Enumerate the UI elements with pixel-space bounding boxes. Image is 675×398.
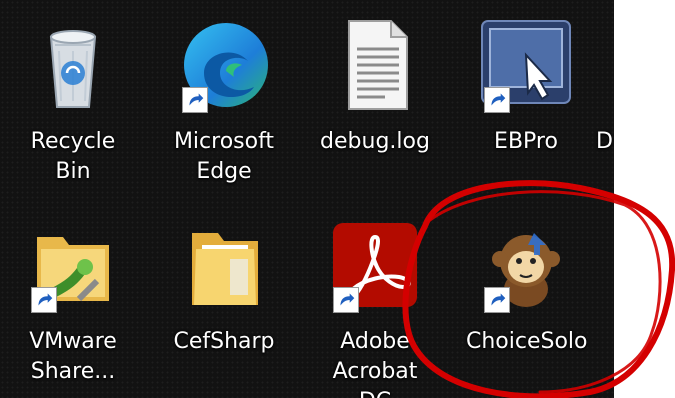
vmware-share-folder-icon bbox=[23, 215, 123, 315]
desktop-icon-label: EBPro bbox=[494, 129, 558, 154]
desktop-icon-label: ChoiceSolo bbox=[466, 329, 588, 354]
desktop-icon-label: debug.log bbox=[320, 129, 430, 154]
shortcut-arrow-icon bbox=[333, 287, 359, 313]
desktop-icon-adobe-acrobat[interactable]: Adobe Acrobat DC bbox=[315, 215, 435, 398]
shortcut-arrow-icon bbox=[484, 87, 510, 113]
shortcut-arrow-icon bbox=[31, 287, 57, 313]
text-file-icon bbox=[325, 15, 425, 115]
desktop-icon-vmware-share[interactable]: VMware Share... bbox=[13, 215, 133, 395]
edge-icon bbox=[174, 15, 274, 115]
ebpro-icon bbox=[476, 15, 576, 115]
shortcut-arrow-icon bbox=[484, 287, 510, 313]
recycle-bin-icon bbox=[23, 15, 123, 115]
desktop-icon-ebpro[interactable]: EBPro bbox=[466, 15, 586, 195]
desktop-icon-label: Adobe Acrobat DC bbox=[332, 329, 418, 398]
partial-desktop-icon-label[interactable]: D bbox=[596, 127, 614, 157]
desktop: Recycle Bin Microsoft Edge debug.log EBP… bbox=[0, 0, 614, 398]
folder-icon bbox=[174, 215, 274, 315]
desktop-icon-cefsharp[interactable]: CefSharp bbox=[164, 215, 284, 395]
desktop-icon-choicesolo[interactable]: ChoiceSolo bbox=[466, 215, 588, 395]
desktop-icon-label: VMware Share... bbox=[29, 329, 117, 384]
desktop-icon-recycle-bin[interactable]: Recycle Bin bbox=[13, 15, 133, 195]
desktop-icon-label: Recycle Bin bbox=[30, 129, 116, 184]
monkey-icon bbox=[476, 215, 576, 315]
acrobat-icon bbox=[325, 215, 425, 315]
shortcut-arrow-icon bbox=[182, 87, 208, 113]
desktop-icon-microsoft-edge[interactable]: Microsoft Edge bbox=[164, 15, 284, 195]
desktop-icon-label: Microsoft Edge bbox=[173, 129, 275, 184]
desktop-icon-debug-log[interactable]: debug.log bbox=[315, 15, 435, 195]
desktop-icon-label: CefSharp bbox=[173, 329, 275, 354]
